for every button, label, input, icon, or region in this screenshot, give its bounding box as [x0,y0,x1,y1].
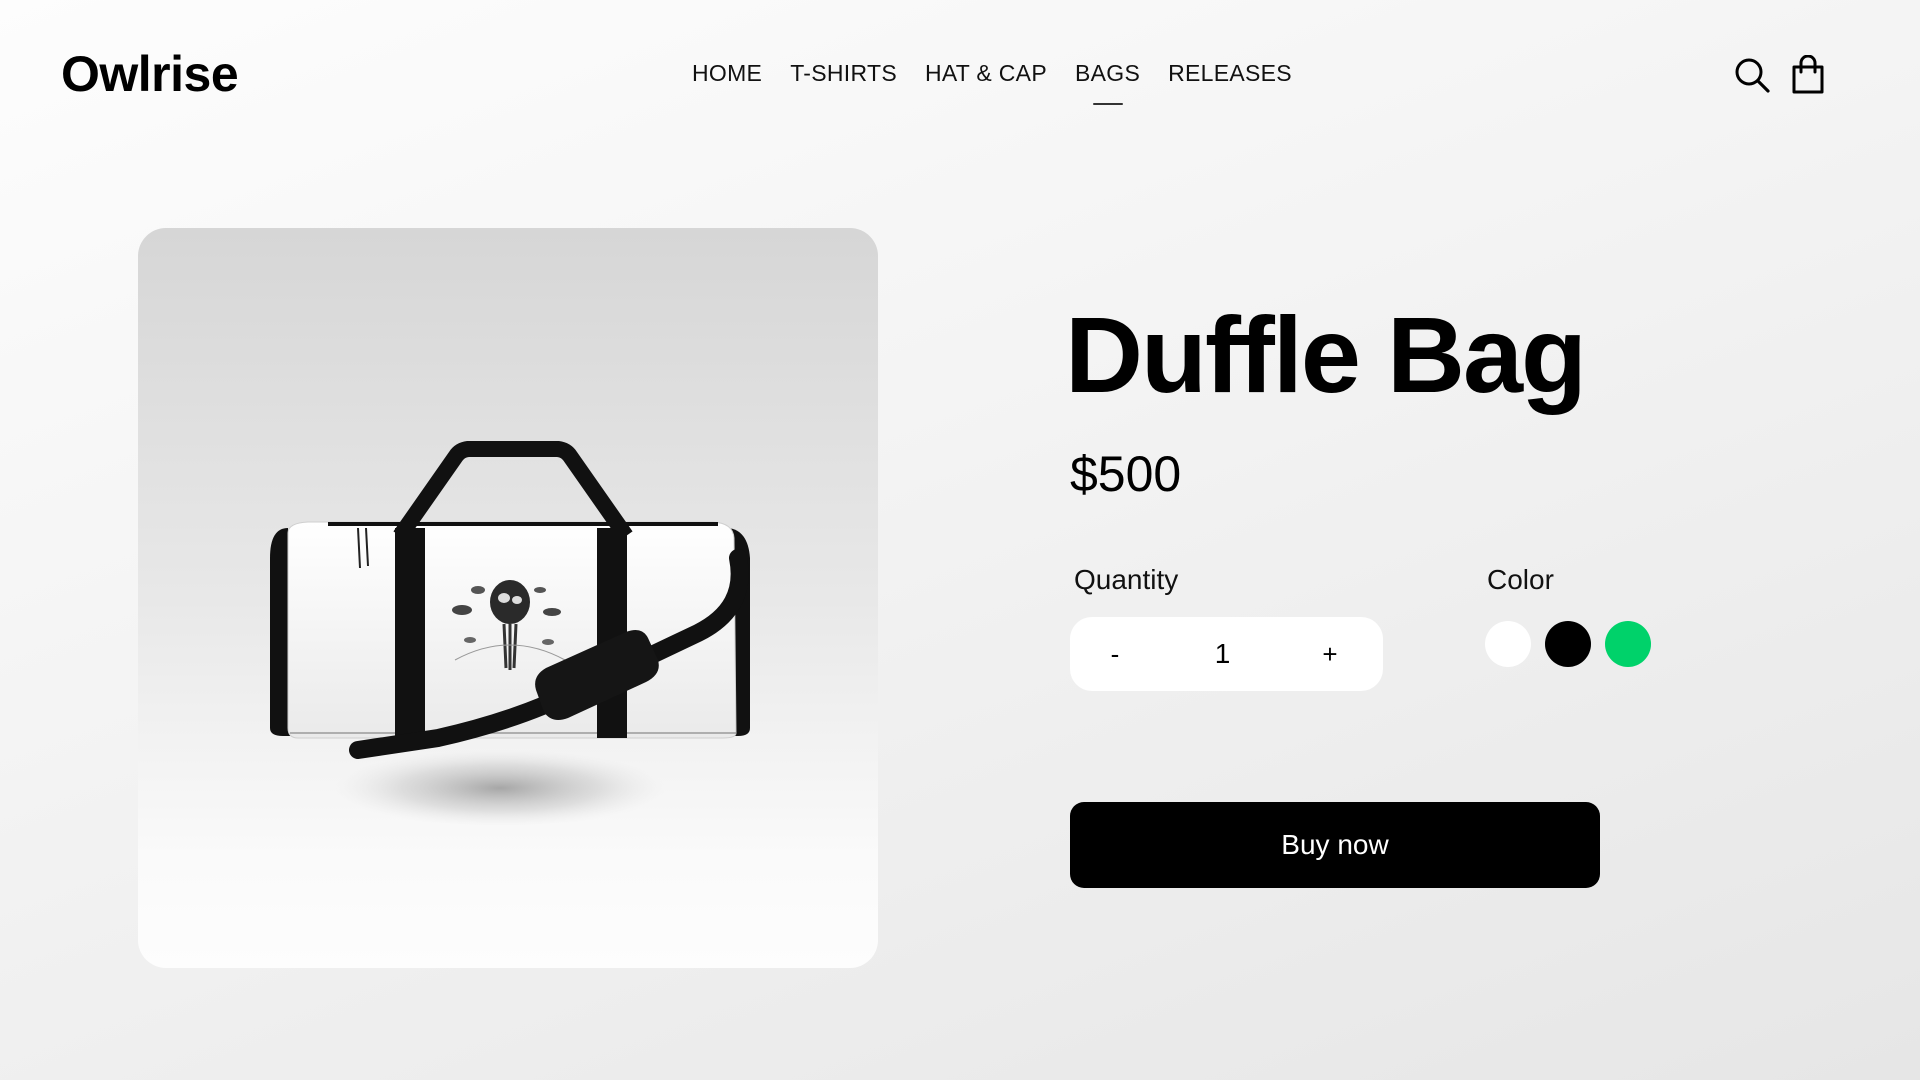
color-label: Color [1487,564,1554,595]
color-swatches [1485,621,1651,667]
shopping-bag-icon[interactable] [1788,54,1828,96]
header-actions [1732,54,1828,96]
quantity-value[interactable]: 1 [1215,638,1231,670]
nav-item-home[interactable]: HOME [692,60,762,87]
color-swatch-green[interactable] [1605,621,1651,667]
product-title: Duffle Bag [1065,294,1587,415]
duffle-bag-illustration [270,441,750,826]
site-header: Owlrise HOME T-SHIRTS HAT & CAP BAGS REL… [0,0,1920,150]
nav-item-bags[interactable]: BAGS [1075,60,1140,105]
nav-item-releases[interactable]: RELEASES [1168,60,1292,87]
nav-item-hat-cap[interactable]: HAT & CAP [925,60,1047,87]
nav-item-t-shirts[interactable]: T-SHIRTS [790,60,897,87]
product-image [138,228,878,968]
quantity-stepper: - 1 + [1070,617,1383,691]
quantity-label: Quantity [1074,564,1179,595]
logo[interactable]: Owlrise [61,45,239,103]
product-price: $500 [1070,446,1182,502]
increment-button[interactable]: + [1315,639,1345,670]
color-swatch-black[interactable] [1545,621,1591,667]
search-icon[interactable] [1732,54,1772,96]
buy-now-button[interactable]: Buy now [1070,802,1600,888]
decrement-button[interactable]: - [1100,639,1130,670]
main-nav: HOME T-SHIRTS HAT & CAP BAGS RELEASES [692,60,1292,105]
color-swatch-white[interactable] [1485,621,1531,667]
